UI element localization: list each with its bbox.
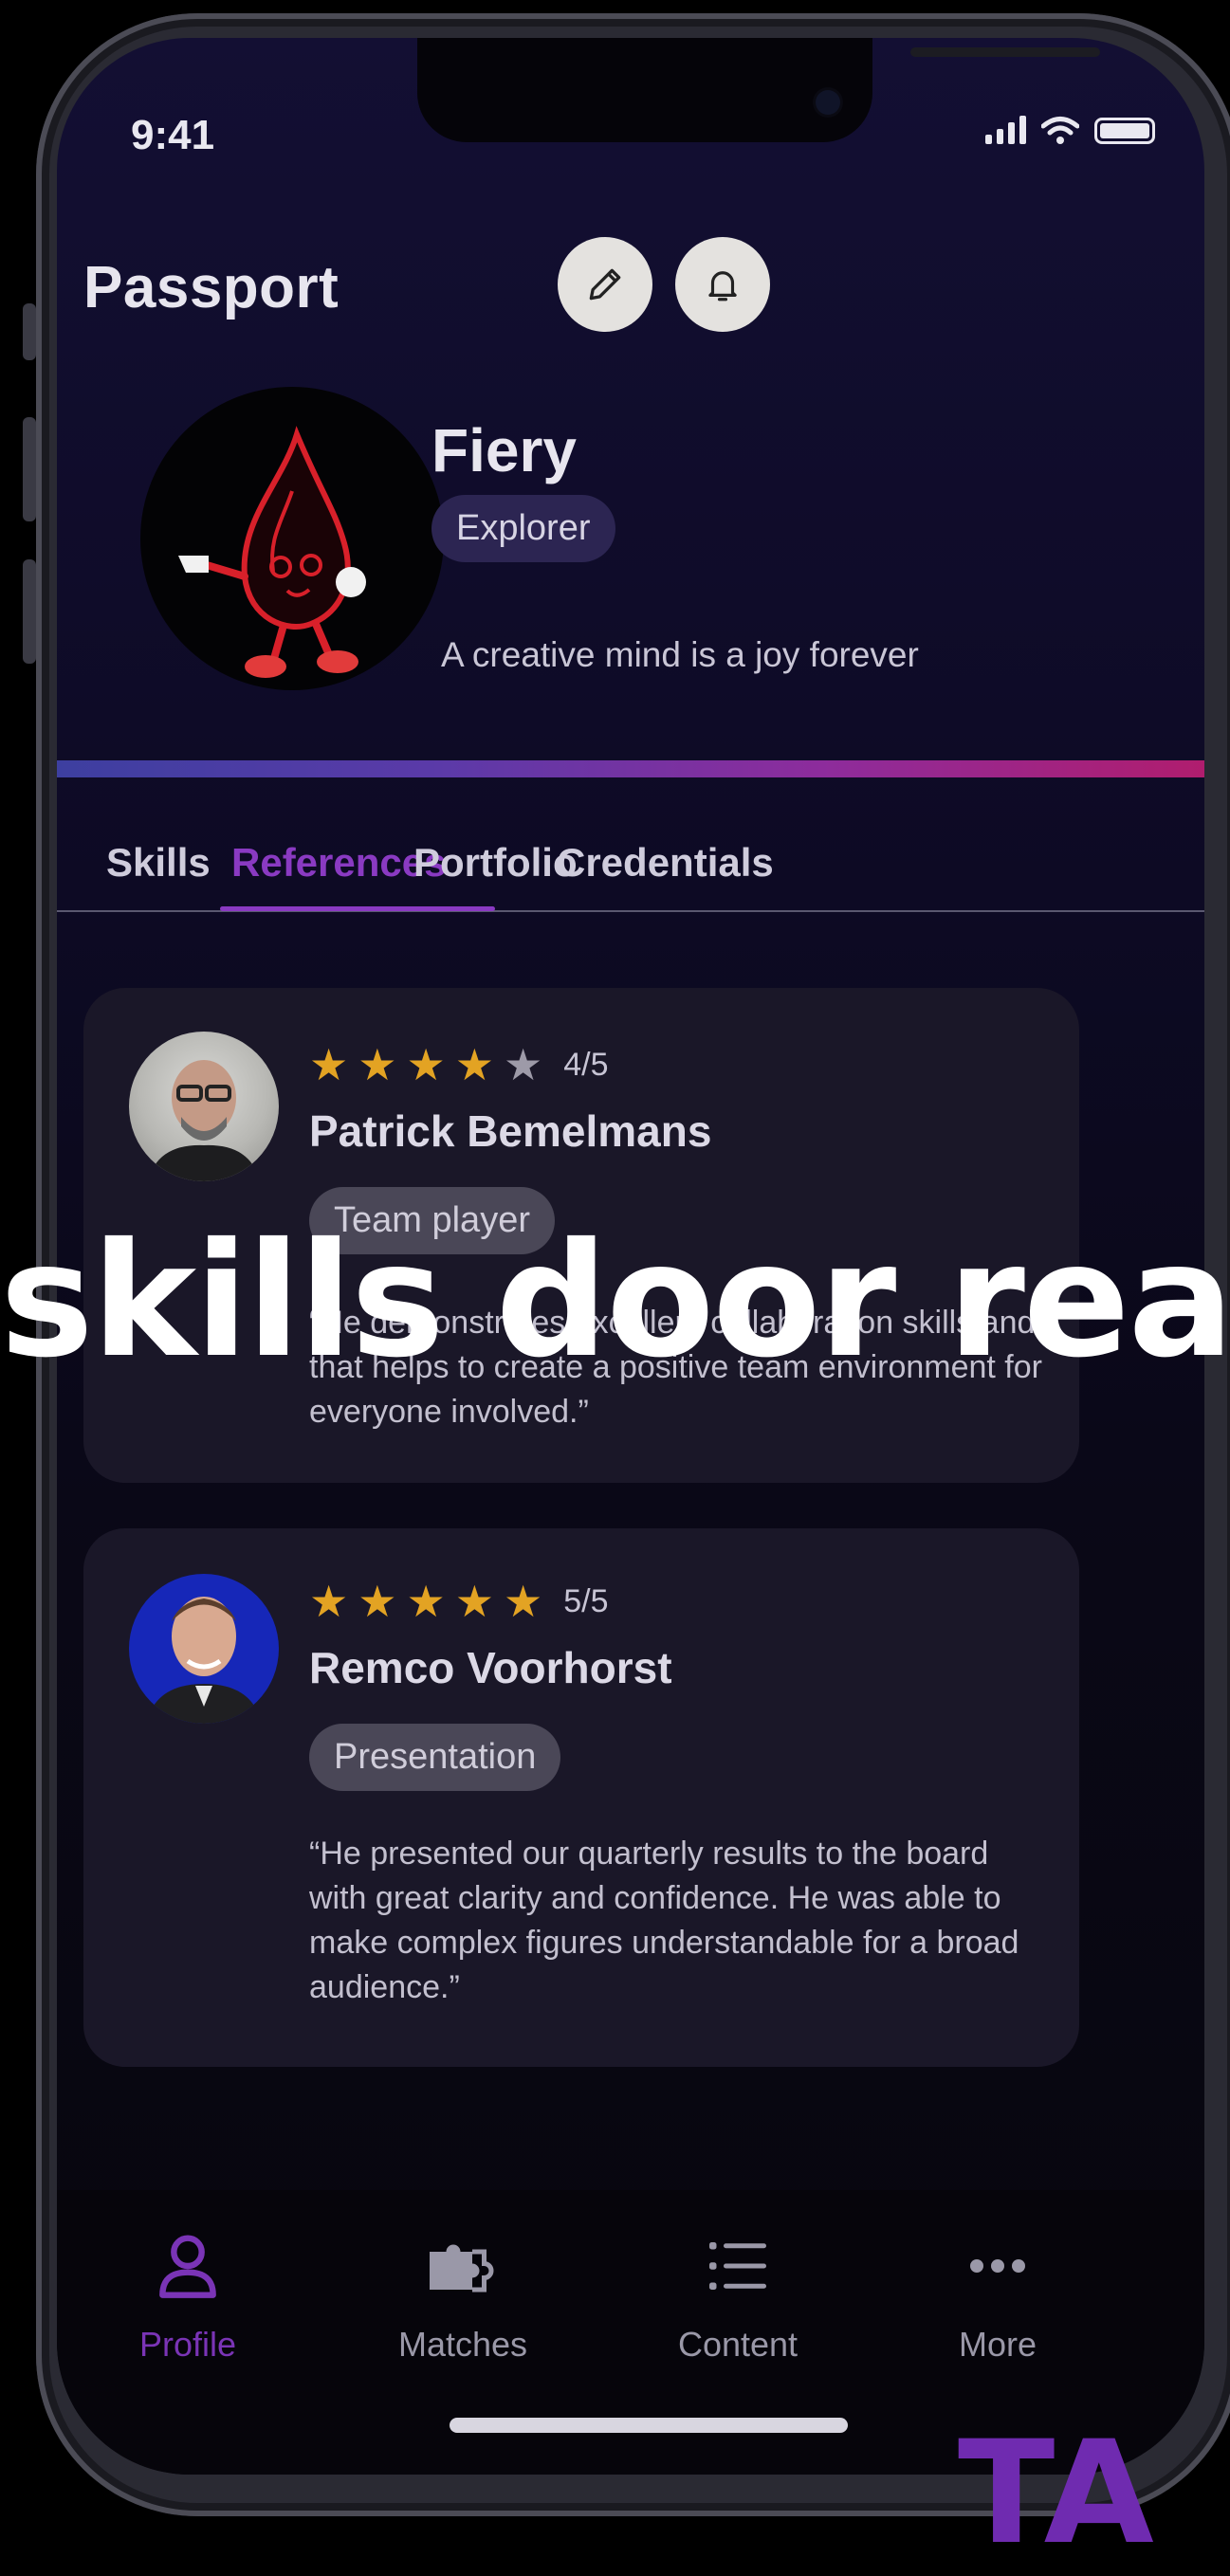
nav-label: Matches — [397, 2325, 528, 2364]
nav-matches[interactable]: Matches — [358, 2228, 567, 2365]
nav-label: Content — [677, 2325, 799, 2364]
star-filled-icon: ★ — [309, 1577, 349, 1626]
bell-icon — [708, 271, 737, 301]
notifications-button[interactable] — [675, 237, 770, 332]
wifi-icon — [1041, 117, 1079, 144]
profile-tabs: Skills References Portfolio Credentials — [57, 777, 1204, 912]
person-photo-icon — [146, 1597, 262, 1724]
watermark-logo: TA — [958, 2411, 1154, 2576]
mute-switch — [23, 303, 36, 360]
list-icon — [709, 2242, 766, 2290]
nav-content[interactable]: Content — [633, 2228, 842, 2365]
tab-skills[interactable]: Skills — [106, 840, 211, 886]
volume-down-button — [23, 559, 36, 664]
reference-quote: “He presented our quarterly results to t… — [309, 1836, 1019, 2005]
nav-profile[interactable]: Profile — [83, 2228, 292, 2365]
nav-more[interactable]: More — [893, 2228, 1102, 2365]
star-filled-icon: ★ — [309, 1040, 349, 1089]
tab-portfolio[interactable]: Portfolio — [413, 840, 578, 886]
battery-icon — [1094, 118, 1155, 144]
cellular-signal-icon — [985, 116, 1026, 144]
nav-label: Profile — [138, 2325, 237, 2364]
profile-divider — [57, 760, 1204, 777]
speaker — [910, 47, 1100, 57]
skill-badge: Presentation — [309, 1724, 561, 1791]
reviewer-name: Remco Voorhorst — [309, 1643, 672, 1692]
nav-label: More — [958, 2325, 1037, 2364]
reviewer-avatar — [129, 1574, 279, 1724]
rating-score: 4/5 — [563, 1046, 609, 1083]
star-filled-icon: ★ — [406, 1040, 446, 1089]
home-indicator[interactable] — [450, 2418, 848, 2433]
person-icon — [159, 2235, 216, 2298]
reference-card[interactable]: ★ ★ ★ ★ ★ 5/5 Remco Voorhorst Presentati… — [83, 1528, 1079, 2067]
page-title: Passport — [83, 255, 340, 320]
front-camera — [816, 90, 840, 115]
profile-motto: A creative mind is a joy forever — [441, 635, 919, 674]
star-rating: ★ ★ ★ ★ ★ 5/5 — [309, 1580, 609, 1623]
active-tab-indicator — [220, 906, 495, 911]
fire-mascot-icon — [178, 426, 366, 678]
tab-credentials[interactable]: Credentials — [557, 840, 774, 886]
star-filled-icon: ★ — [454, 1577, 494, 1626]
star-filled-icon: ★ — [358, 1577, 397, 1626]
rating-score: 5/5 — [563, 1582, 609, 1619]
notch — [417, 38, 1100, 142]
pencil-icon — [589, 268, 621, 301]
caption-overlay: skills door rea — [0, 1223, 1230, 1380]
status-icons — [985, 116, 1155, 144]
user-name: Fiery — [431, 416, 577, 484]
star-filled-icon: ★ — [454, 1040, 494, 1089]
edit-button[interactable] — [558, 237, 652, 332]
star-filled-icon: ★ — [504, 1577, 543, 1626]
avatar[interactable] — [140, 387, 444, 690]
person-photo-icon — [148, 1060, 260, 1181]
puzzle-icon — [430, 2244, 494, 2293]
reviewer-name: Patrick Bemelmans — [309, 1106, 712, 1156]
star-filled-icon: ★ — [406, 1577, 446, 1626]
star-empty-icon: ★ — [504, 1040, 543, 1089]
status-time: 9:41 — [131, 112, 215, 158]
more-dots-icon — [970, 2259, 1025, 2273]
star-filled-icon: ★ — [358, 1040, 397, 1089]
level-badge: Explorer — [431, 495, 615, 562]
reviewer-avatar — [129, 1032, 279, 1181]
volume-up-button — [23, 417, 36, 521]
star-rating: ★ ★ ★ ★ ★ 4/5 — [309, 1043, 609, 1087]
